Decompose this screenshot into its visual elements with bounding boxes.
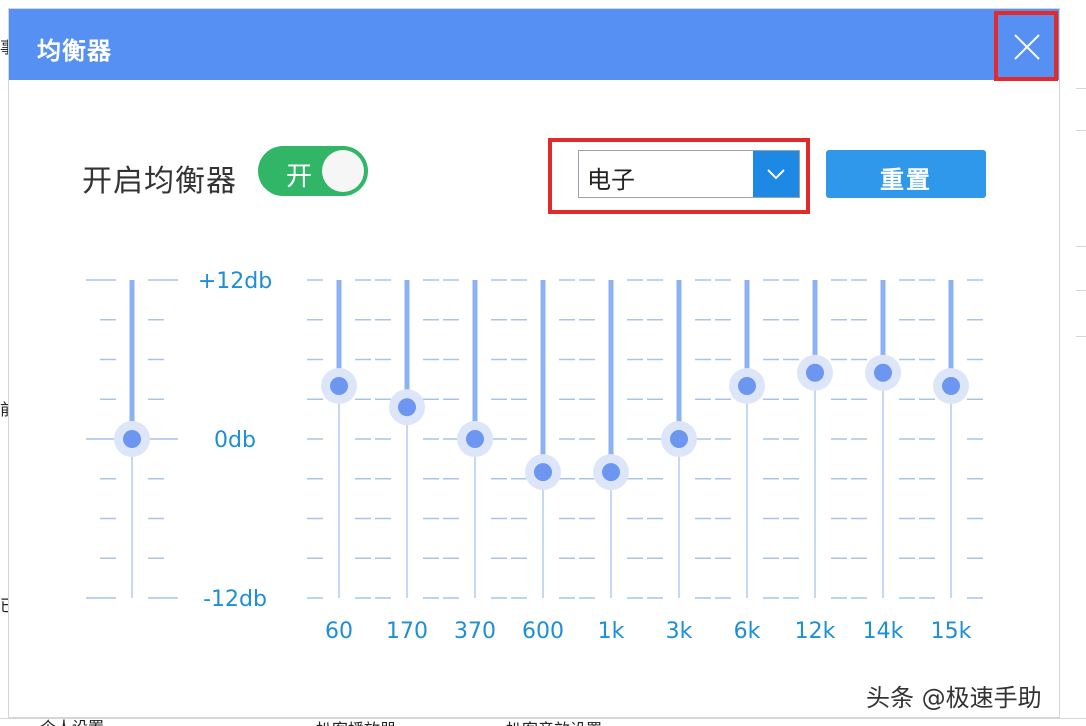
band-label: 14k: [863, 619, 904, 644]
band-slider-track-lower: [678, 439, 680, 598]
band-slider-knob[interactable]: [330, 377, 348, 395]
band-slider-track-lower: [406, 407, 408, 598]
scale-label-middle: 0db: [214, 428, 256, 453]
band-slider-track-upper: [540, 280, 546, 473]
band-label: 6k: [734, 619, 761, 644]
scale-label-top: +12db: [198, 269, 272, 294]
band-slider-track-upper: [472, 280, 478, 439]
band-slider-track-upper: [404, 280, 410, 408]
band-label: 370: [454, 619, 496, 644]
equalizer-graph: +12db 0db -12db 60 170 370 600 1k 3k 6k 12k 14k 15k: [86, 269, 983, 644]
band-label: 170: [386, 619, 428, 644]
preamp-slider-track-upper: [129, 280, 135, 439]
band-label: 3k: [666, 619, 693, 644]
band-slider-knob[interactable]: [466, 430, 484, 448]
band-slider-knob[interactable]: [738, 377, 756, 395]
band-label: 15k: [931, 619, 972, 644]
preamp-slider-knob[interactable]: [123, 430, 141, 448]
band-label: 12k: [795, 619, 836, 644]
band-slider-track-lower: [474, 439, 476, 598]
watermark: 头条 @极速手助: [866, 684, 1042, 712]
band-slider-track-lower: [338, 386, 340, 598]
band-slider-knob[interactable]: [806, 363, 824, 382]
band-label: 600: [522, 619, 564, 644]
band-label: 1k: [598, 619, 625, 644]
band-slider-track-lower: [882, 372, 884, 598]
band-label: 60: [325, 619, 353, 644]
band-slider-knob[interactable]: [534, 463, 552, 482]
band-slider-knob[interactable]: [874, 363, 892, 382]
preamp-slider-track-lower: [131, 439, 133, 598]
band-slider-knob[interactable]: [942, 377, 960, 395]
band-slider-track-lower: [950, 386, 952, 598]
band-slider-knob[interactable]: [602, 463, 620, 482]
band-slider-track-lower: [610, 472, 612, 598]
band-slider-track-lower: [814, 372, 816, 598]
band-slider-track-upper: [676, 280, 682, 439]
band-slider-knob[interactable]: [670, 430, 688, 448]
band-slider-track-lower: [746, 386, 748, 598]
band-slider-track-upper: [608, 280, 614, 473]
scale-label-bottom: -12db: [203, 587, 267, 612]
band-slider-track-lower: [542, 472, 544, 598]
band-slider-knob[interactable]: [398, 398, 416, 417]
